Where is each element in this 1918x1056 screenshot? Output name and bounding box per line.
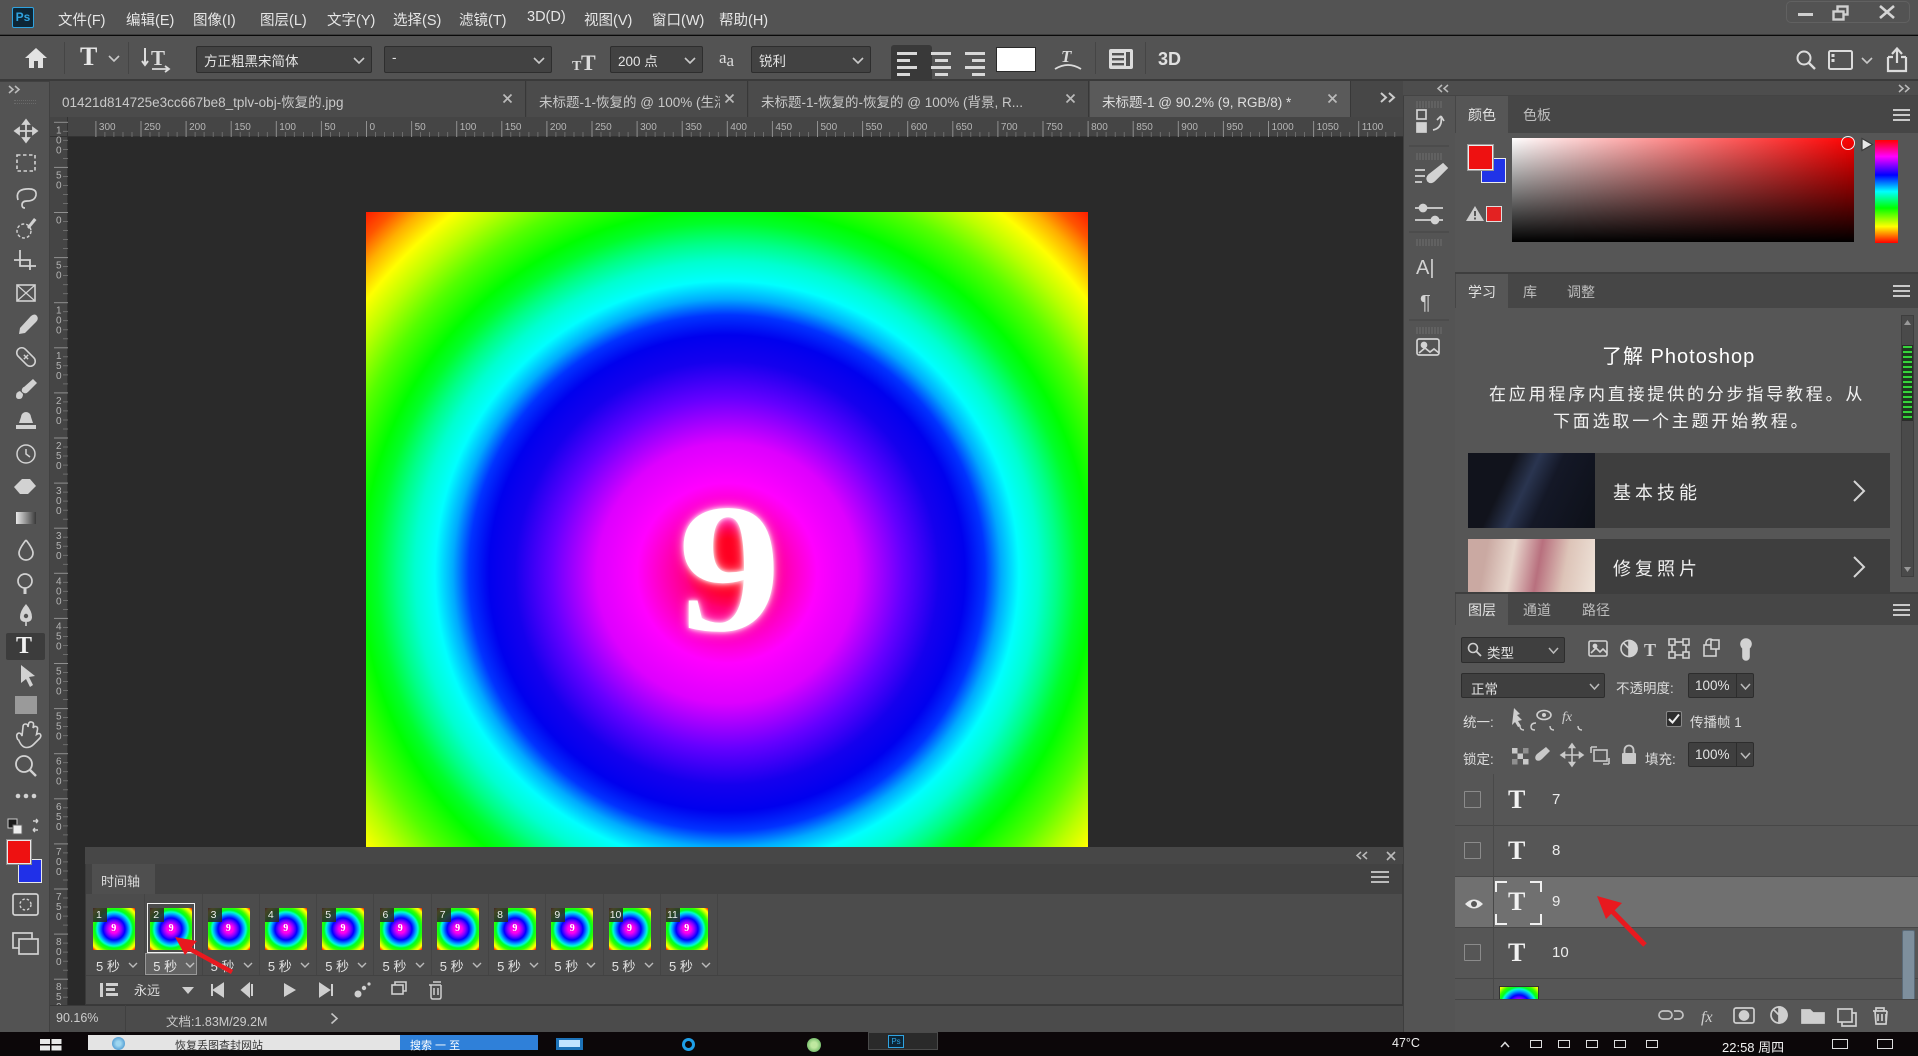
svg-text:250: 250 [144,122,161,133]
svg-text:0: 0 [56,687,62,698]
svg-text:150: 150 [505,122,522,133]
svg-text:¶: ¶ [1420,292,1431,314]
svg-text:T: T [1061,47,1072,66]
svg-text:0: 0 [56,506,62,517]
svg-text:600: 600 [911,122,928,133]
svg-text:0: 0 [56,777,62,788]
svg-text:100: 100 [279,122,296,133]
svg-text:永远: 永远 [134,983,160,998]
svg-text:800: 800 [1091,122,1108,133]
svg-text:900: 900 [1181,122,1198,133]
svg-text:fx: fx [1562,710,1573,725]
svg-text:fx: fx [1701,1009,1713,1026]
svg-text:0: 0 [56,641,62,652]
svg-text:50: 50 [415,122,427,133]
svg-text:0: 0 [56,371,62,382]
svg-text:50: 50 [324,122,336,133]
svg-text:300: 300 [640,122,657,133]
svg-text:700: 700 [1001,122,1018,133]
svg-text:100: 100 [460,122,477,133]
svg-text:300: 300 [99,122,116,133]
svg-text:150: 150 [234,122,251,133]
svg-text:0: 0 [56,732,62,743]
svg-text:200: 200 [189,122,206,133]
svg-text:0: 0 [56,551,62,562]
svg-text:450: 450 [775,122,792,133]
svg-text:550: 550 [866,122,883,133]
svg-text:0: 0 [56,326,62,337]
svg-text:0: 0 [56,822,62,833]
svg-text:0: 0 [56,145,62,156]
svg-text:0: 0 [56,461,62,472]
svg-text:0: 0 [56,957,62,968]
svg-text:250: 250 [595,122,612,133]
svg-text:350: 350 [685,122,702,133]
svg-text:500: 500 [821,122,838,133]
svg-text:T: T [1644,640,1656,660]
svg-text:0: 0 [56,216,62,227]
svg-text:950: 950 [1226,122,1243,133]
svg-text:750: 750 [1046,122,1063,133]
svg-text:1000: 1000 [1272,122,1295,133]
svg-text:T: T [151,46,165,70]
svg-text:0: 0 [56,912,62,923]
svg-text:A|: A| [1416,257,1435,279]
svg-text:0: 0 [56,180,62,191]
svg-text:1050: 1050 [1317,122,1340,133]
svg-text:1100: 1100 [1362,122,1384,133]
svg-text:0: 0 [56,867,62,878]
svg-text:0: 0 [56,271,62,282]
svg-text:0: 0 [370,122,376,133]
svg-text:400: 400 [730,122,747,133]
svg-text:T: T [581,50,596,75]
svg-text:200: 200 [550,122,567,133]
svg-text:850: 850 [1136,122,1153,133]
svg-text:0: 0 [56,416,62,427]
svg-text:0: 0 [56,596,62,607]
svg-text:650: 650 [956,122,973,133]
